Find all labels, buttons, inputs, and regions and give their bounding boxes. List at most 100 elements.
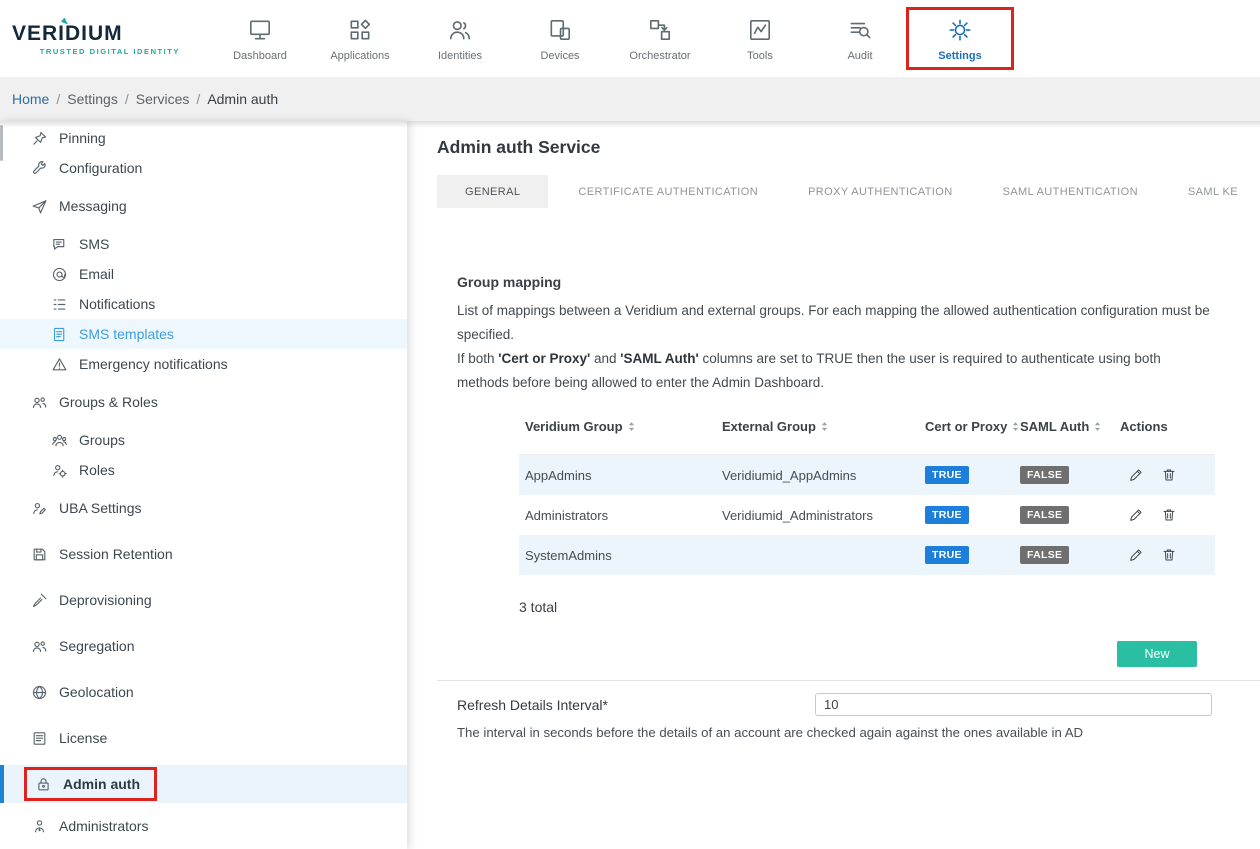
top-nav: VERIDIUM TRUSTED DIGITAL IDENTITY Dashbo…	[0, 0, 1260, 77]
nav-item-orchestrator[interactable]: Orchestrator	[610, 11, 710, 66]
breadcrumb-home-link[interactable]: Home	[12, 91, 49, 107]
saml-auth-badge: FALSE	[1020, 506, 1069, 524]
column-header-saml-auth[interactable]: SAML Auth	[1020, 419, 1120, 434]
edit-icon[interactable]	[1128, 507, 1144, 523]
nav-item-tools[interactable]: Tools	[710, 11, 810, 66]
roles-icon	[50, 461, 68, 479]
sidebar-item-sms-templates[interactable]: SMS templates	[0, 319, 407, 349]
section-divider	[437, 680, 1260, 681]
sidebar-item-messaging[interactable]: Messaging	[0, 191, 407, 221]
nav-item-label: Audit	[847, 50, 872, 62]
sidebar-item-label: Messaging	[59, 198, 127, 214]
sms-icon	[50, 235, 68, 253]
warning-triangle-icon	[50, 355, 68, 373]
column-label: External Group	[722, 419, 816, 434]
breadcrumb-separator: /	[125, 91, 129, 107]
sidebar-item-label: Segregation	[59, 638, 135, 654]
sidebar-item-label: License	[59, 730, 107, 746]
sidebar-item-roles[interactable]: Roles	[0, 455, 407, 485]
sidebar-item-label: SMS	[79, 236, 109, 252]
table-header-row: Veridium Group External Group Cert or Pr…	[519, 411, 1215, 455]
broom-icon	[30, 591, 48, 609]
sidebar-item-pinning[interactable]: Pinning	[0, 123, 407, 153]
column-header-external-group[interactable]: External Group	[722, 419, 925, 434]
saml-auth-emphasis: 'SAML Auth'	[620, 351, 698, 366]
nav-item-dashboard[interactable]: Dashboard	[210, 11, 310, 66]
nav-item-audit[interactable]: Audit	[810, 11, 910, 66]
delete-icon[interactable]	[1161, 507, 1177, 523]
admin-auth-red-annotation: Admin auth	[24, 767, 157, 801]
sidebar-item-geolocation[interactable]: Geolocation	[0, 677, 407, 707]
column-header-cert-or-proxy[interactable]: Cert or Proxy	[925, 419, 1020, 434]
settings-gear-icon	[947, 17, 973, 43]
sidebar-item-email[interactable]: Email	[0, 259, 407, 289]
sidebar-item-groups[interactable]: Groups	[0, 425, 407, 455]
breadcrumb: Home / Settings / Services / Admin auth	[0, 77, 1260, 121]
tab-proxy-authentication[interactable]: PROXY AUTHENTICATION	[798, 175, 963, 208]
new-mapping-button[interactable]: New	[1117, 641, 1197, 667]
sidebar-item-label: Email	[79, 266, 114, 282]
sidebar-item-session-retention[interactable]: Session Retention	[0, 539, 407, 569]
column-header-actions: Actions	[1120, 419, 1215, 434]
email-at-icon	[50, 265, 68, 283]
people-icon	[30, 393, 48, 411]
sidebar-item-admin-auth[interactable]: Admin auth	[0, 765, 407, 803]
breadcrumb-current: Admin auth	[207, 91, 278, 107]
sidebar-item-label: Geolocation	[59, 684, 134, 700]
sidebar-item-configuration[interactable]: Configuration	[0, 153, 407, 183]
tab-saml-authentication[interactable]: SAML AUTHENTICATION	[993, 175, 1148, 208]
license-icon	[30, 729, 48, 747]
saml-auth-badge: FALSE	[1020, 546, 1069, 564]
sidebar-item-label: Pinning	[59, 130, 106, 146]
cert-or-proxy-badge: TRUE	[925, 466, 969, 484]
nav-item-identities[interactable]: Identities	[410, 11, 510, 66]
sidebar-item-groups-roles[interactable]: Groups & Roles	[0, 387, 407, 417]
sidebar-item-label: Configuration	[59, 160, 142, 176]
sidebar-item-segregation[interactable]: Segregation	[0, 631, 407, 661]
brand-name: VERIDIUM	[12, 22, 123, 45]
sidebar-scrollbar[interactable]	[0, 125, 3, 161]
breadcrumb-services[interactable]: Services	[136, 91, 190, 107]
nav-item-settings[interactable]: Settings	[910, 11, 1010, 66]
sort-icon	[1094, 421, 1101, 432]
veridium-group-cell: AppAdmins	[525, 468, 722, 483]
tab-general[interactable]: GENERAL	[437, 175, 548, 208]
delete-icon[interactable]	[1161, 547, 1177, 563]
sidebar-item-deprovisioning[interactable]: Deprovisioning	[0, 585, 407, 615]
sidebar-item-license[interactable]: License	[0, 723, 407, 753]
edit-icon[interactable]	[1128, 547, 1144, 563]
wrench-icon	[30, 159, 48, 177]
applications-icon	[347, 17, 373, 43]
description-text: If both	[457, 351, 498, 366]
veridium-logo[interactable]: VERIDIUM TRUSTED DIGITAL IDENTITY	[12, 22, 180, 56]
tab-saml-key[interactable]: SAML KE	[1178, 175, 1248, 208]
people-icon	[30, 637, 48, 655]
breadcrumb-settings[interactable]: Settings	[67, 91, 118, 107]
tab-certificate-authentication[interactable]: CERTIFICATE AUTHENTICATION	[568, 175, 768, 208]
top-nav-items: Dashboard Applications Identities Device…	[210, 11, 1010, 66]
sidebar-item-administrators[interactable]: Administrators	[0, 811, 407, 841]
sidebar-item-sms[interactable]: SMS	[0, 229, 407, 259]
nav-item-label: Settings	[938, 50, 981, 62]
groups-icon	[50, 431, 68, 449]
refresh-interval-input[interactable]	[815, 693, 1212, 716]
page-body: Pinning Configuration Messaging SMS Emai…	[0, 121, 1260, 849]
lock-icon	[34, 775, 52, 793]
sidebar-item-label: Groups	[79, 432, 125, 448]
row-actions	[1120, 507, 1215, 523]
delete-icon[interactable]	[1161, 467, 1177, 483]
sidebar-item-uba-settings[interactable]: UBA Settings	[0, 493, 407, 523]
edit-icon[interactable]	[1128, 467, 1144, 483]
sidebar-item-notifications[interactable]: Notifications	[0, 289, 407, 319]
sort-icon	[1012, 421, 1019, 432]
column-header-veridium-group[interactable]: Veridium Group	[525, 419, 722, 434]
document-icon	[50, 325, 68, 343]
column-label: Veridium Group	[525, 419, 623, 434]
veridium-admin-page: VERIDIUM TRUSTED DIGITAL IDENTITY Dashbo…	[0, 0, 1260, 849]
sidebar-item-emergency-notifications[interactable]: Emergency notifications	[0, 349, 407, 379]
group-mapping-title: Group mapping	[457, 274, 1260, 290]
nav-item-applications[interactable]: Applications	[310, 11, 410, 66]
breadcrumb-separator: /	[196, 91, 200, 107]
sort-icon	[628, 421, 635, 432]
nav-item-devices[interactable]: Devices	[510, 11, 610, 66]
